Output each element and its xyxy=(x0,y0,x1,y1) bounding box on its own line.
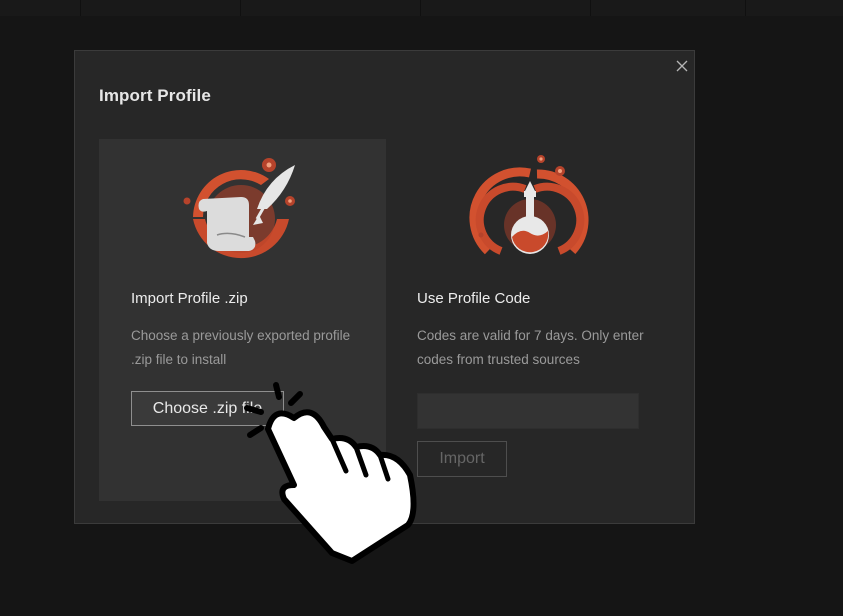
zip-option-description: Choose a previously exported profile .zi… xyxy=(131,328,351,367)
import-button[interactable]: Import xyxy=(417,441,507,477)
import-zip-card: Import Profile .zip Choose a previously … xyxy=(99,139,386,501)
dialog-title: Import Profile xyxy=(99,86,211,105)
code-option-description: Codes are valid for 7 days. Only enter c… xyxy=(417,328,644,367)
profile-code-card: Use Profile Code Codes are valid for 7 d… xyxy=(385,139,672,501)
close-icon[interactable] xyxy=(675,59,689,73)
import-profile-dialog: Import Profile Import Profile .zip Choos… xyxy=(74,50,695,524)
choose-zip-file-button[interactable]: Choose .zip file xyxy=(131,391,284,426)
background-window-strip xyxy=(0,0,843,16)
profile-code-input[interactable] xyxy=(417,393,639,429)
zip-option-heading: Import Profile .zip xyxy=(131,290,248,307)
potion-flask-icon xyxy=(385,139,672,269)
scroll-quill-icon xyxy=(99,139,386,269)
code-option-heading: Use Profile Code xyxy=(417,290,531,307)
